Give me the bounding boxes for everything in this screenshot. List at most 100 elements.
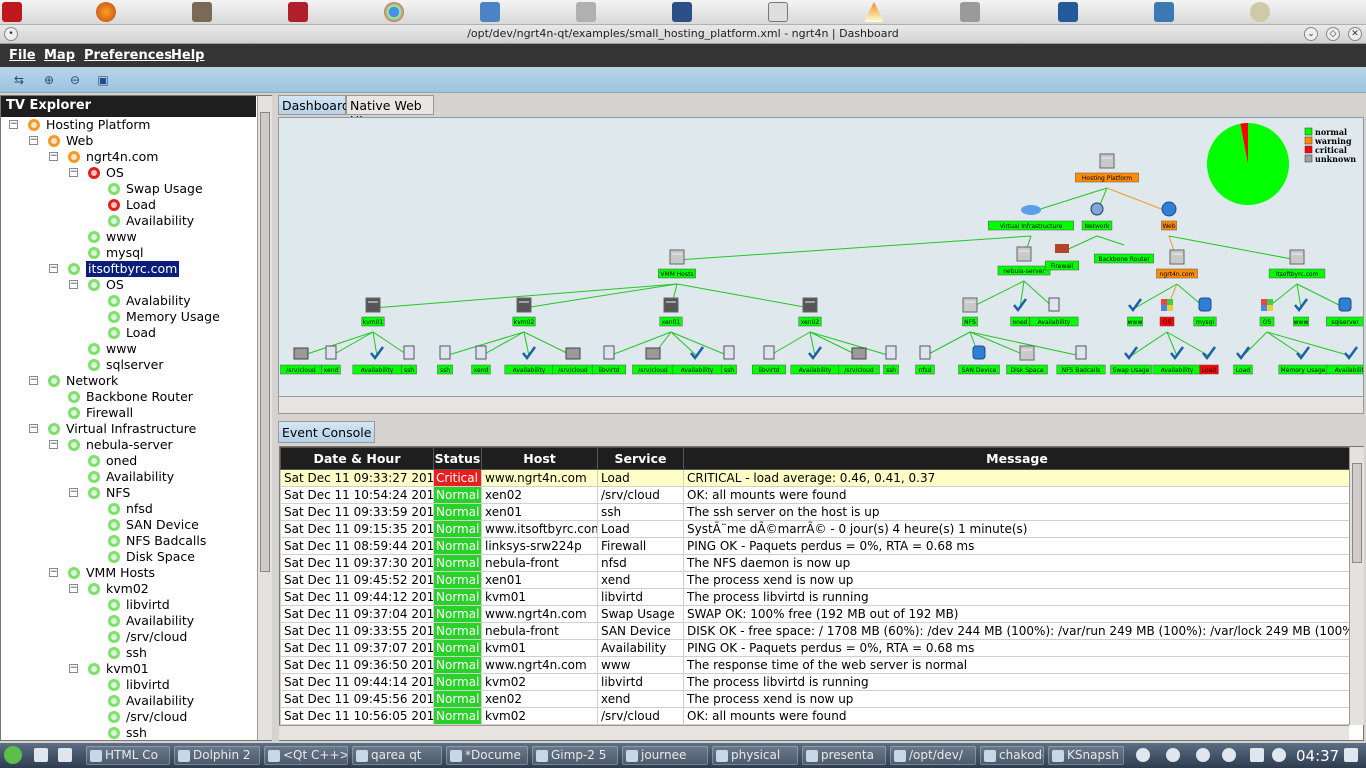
collapse-icon[interactable]: − — [49, 264, 58, 273]
tree-node[interactable]: Availability — [1, 693, 256, 709]
tree-node[interactable]: mysql — [1, 245, 256, 261]
tree-node[interactable]: Swap Usage — [1, 181, 256, 197]
system-monitor-icon[interactable] — [1058, 2, 1078, 22]
tree-node[interactable]: ssh — [1, 725, 256, 740]
settings-icon[interactable] — [1166, 748, 1180, 762]
map-horizontal-scrollbar[interactable] — [278, 396, 1364, 414]
taskbar-task[interactable]: journee — [622, 746, 708, 765]
dashboard-map[interactable]: Hosting Platform Virtual Infrastructure Ne… — [278, 117, 1364, 414]
monitor-icon[interactable] — [672, 2, 692, 22]
event-row[interactable]: Sat Dec 11 10:54:24 2010 Normal xen02/srv/… — [280, 486, 1351, 504]
tree-node[interactable]: − VMM Hosts — [1, 565, 256, 581]
tree-node[interactable]: Memory Usage — [1, 309, 256, 325]
event-row[interactable]: Sat Dec 11 09:15:35 2010 Normal www.itsoft… — [280, 520, 1351, 538]
column-header[interactable]: Message — [683, 447, 1351, 470]
capture-icon[interactable]: ▣ — [94, 71, 112, 89]
event-row[interactable]: Sat Dec 11 09:45:52 2010 Normal xen01 xend T… — [280, 571, 1351, 589]
info-icon[interactable] — [1136, 748, 1150, 762]
event-row[interactable]: Sat Dec 11 09:36:50 2010 Normal www.ngrt4n… — [280, 656, 1351, 674]
tree-node[interactable]: − Hosting Platform — [1, 117, 256, 133]
editor-icon[interactable] — [768, 2, 788, 22]
kde-menu-icon[interactable] — [4, 746, 22, 764]
tree-node[interactable]: NFS Badcalls — [1, 533, 256, 549]
tree-node[interactable]: − OS — [1, 165, 256, 181]
collapse-icon[interactable]: − — [69, 280, 78, 289]
vlc-icon[interactable] — [864, 2, 884, 22]
event-row[interactable]: Sat Dec 11 09:37:07 2010 Normal kvm01 Avail… — [280, 639, 1351, 657]
chrome-icon[interactable] — [384, 2, 404, 22]
service-tree[interactable]: − Hosting Platform − Web − ngrt4n.com − OS Swap … — [1, 117, 256, 740]
tree-scrollbar[interactable] — [257, 96, 272, 740]
minimize-button[interactable]: ⌄ — [1304, 27, 1318, 41]
tree-node[interactable]: − OS — [1, 277, 256, 293]
tab-dashboard[interactable]: Dashboard — [278, 95, 350, 115]
tree-scrollbar-thumb[interactable] — [260, 112, 270, 572]
taskbar-task[interactable]: physical — [712, 746, 798, 765]
firefox-icon[interactable] — [96, 2, 116, 22]
event-row[interactable]: Sat Dec 11 09:44:14 2010 Normal kvm02 libvi… — [280, 673, 1351, 691]
collapse-icon[interactable]: − — [29, 136, 38, 145]
collapse-icon[interactable]: − — [9, 120, 18, 129]
pager-icon[interactable] — [58, 748, 72, 762]
tree-node[interactable]: − Virtual Infrastructure — [1, 421, 256, 437]
refresh-icon[interactable]: ⇆ — [10, 71, 28, 89]
taskbar-task[interactable]: presenta — [802, 746, 886, 765]
column-header[interactable]: Status — [433, 447, 482, 470]
event-row[interactable]: Sat Dec 11 10:56:05 2010 Normal kvm02/srv/… — [280, 707, 1351, 725]
bluetooth-icon[interactable] — [1196, 748, 1210, 762]
gimp-icon[interactable] — [192, 2, 212, 22]
tree-node[interactable]: Backbone Router — [1, 389, 256, 405]
event-row[interactable]: Sat Dec 11 09:37:04 2010 Normal www.ngrt4n… — [280, 605, 1351, 623]
tree-node[interactable]: libvirtd — [1, 597, 256, 613]
tree-node[interactable]: Avalability — [1, 293, 256, 309]
app-icon-terminal[interactable] — [2, 2, 22, 22]
taskbar-task[interactable]: *Docume — [446, 746, 528, 765]
console-vertical-scrollbar[interactable] — [1349, 447, 1364, 725]
maximize-button[interactable]: ◇ — [1326, 27, 1340, 41]
tree-node[interactable]: Load — [1, 197, 256, 213]
taskbar-task[interactable]: Gimp-2 5 — [532, 746, 618, 765]
event-row[interactable]: Sat Dec 11 09:37:30 2010 Normal nebula-fro… — [280, 554, 1351, 572]
speaker-icon[interactable] — [1250, 2, 1270, 22]
tree-node[interactable]: Firewall — [1, 405, 256, 421]
tree-node[interactable]: Load — [1, 325, 256, 341]
tree-node[interactable]: − NFS — [1, 485, 256, 501]
tree-node[interactable]: SAN Device — [1, 517, 256, 533]
taskbar-task[interactable]: qarea qt — [352, 746, 442, 765]
column-header[interactable]: Date & Hour — [280, 447, 434, 470]
calculator-icon[interactable] — [960, 2, 980, 22]
tree-node[interactable]: /srv/cloud — [1, 629, 256, 645]
tree-node[interactable]: − nebula-server — [1, 437, 256, 453]
tree-node[interactable]: − kvm01 — [1, 661, 256, 677]
column-header[interactable]: Host — [481, 447, 598, 470]
menu-map[interactable]: Map — [44, 48, 75, 63]
taskbar-task[interactable]: /opt/dev/ — [890, 746, 976, 765]
splitter-handle[interactable] — [278, 416, 1364, 420]
collapse-icon[interactable]: − — [29, 376, 38, 385]
console-horizontal-scrollbar[interactable] — [279, 725, 1349, 740]
tab-native-web-ui[interactable]: Native Web UI — [346, 95, 434, 128]
taskbar-task[interactable]: Dolphin 2 — [174, 746, 260, 765]
zoom-out-icon[interactable]: ⊖ — [66, 71, 84, 89]
close-button[interactable]: ✕ — [1348, 27, 1362, 41]
collapse-icon[interactable]: − — [69, 584, 78, 593]
zoom-in-icon[interactable]: ⊕ — [40, 71, 58, 89]
menu-help[interactable]: Help — [171, 48, 204, 63]
tree-node[interactable]: Disk Space — [1, 549, 256, 565]
taskbar-task[interactable]: <Qt C++> — [264, 746, 348, 765]
tree-node[interactable]: − ngrt4n.com — [1, 149, 256, 165]
tree-node[interactable]: www — [1, 229, 256, 245]
battery-icon[interactable] — [1250, 748, 1264, 762]
tree-node[interactable]: www — [1, 341, 256, 357]
tree-node[interactable]: − Web — [1, 133, 256, 149]
tree-node[interactable]: Availability — [1, 469, 256, 485]
show-desktop-icon[interactable] — [1344, 748, 1358, 762]
collapse-icon[interactable]: − — [69, 488, 78, 497]
event-row[interactable]: Sat Dec 11 09:45:56 2010 Normal xen02 xend T… — [280, 690, 1351, 708]
collapse-icon[interactable]: − — [69, 168, 78, 177]
volume-icon[interactable] — [1272, 748, 1286, 762]
tree-node[interactable]: ssh — [1, 645, 256, 661]
console-scrollbar-thumb[interactable] — [1352, 463, 1362, 563]
desktop-icon[interactable] — [34, 748, 48, 762]
tree-node[interactable]: − itsoftbyrc.com — [1, 261, 256, 277]
